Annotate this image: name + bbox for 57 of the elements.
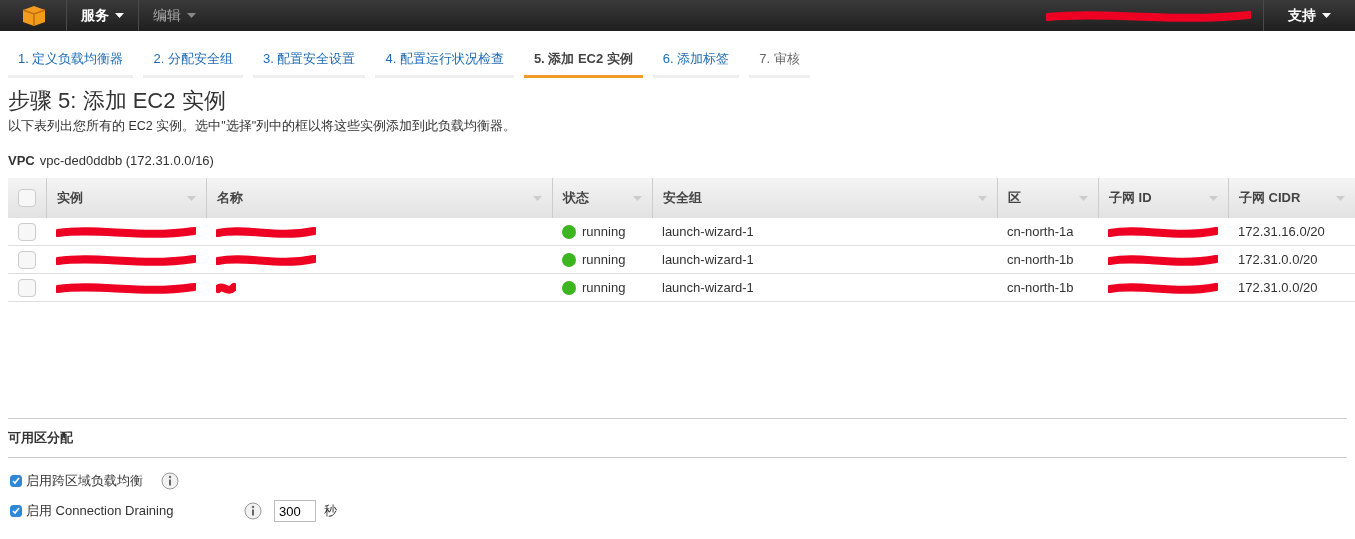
column-header[interactable]: 名称 bbox=[206, 178, 552, 218]
table-cell: 172.31.0.0/20 bbox=[1238, 252, 1318, 267]
row-checkbox[interactable] bbox=[18, 222, 36, 241]
column-header[interactable]: 区 bbox=[997, 178, 1098, 218]
caret-icon bbox=[1209, 195, 1218, 201]
wizard-tab[interactable]: 3. 配置安全设置 bbox=[252, 45, 366, 78]
table-cell: cn-north-1b bbox=[1007, 252, 1074, 267]
wizard-tab[interactable]: 6. 添加标签 bbox=[652, 45, 740, 78]
caret-icon bbox=[187, 195, 196, 201]
cube-logo[interactable] bbox=[22, 4, 46, 27]
caret-icon bbox=[187, 13, 196, 18]
checkbox[interactable] bbox=[10, 475, 22, 487]
caret-icon bbox=[633, 195, 642, 201]
menu-button[interactable]: 编辑 bbox=[138, 0, 210, 31]
section-title: 可用区分配 bbox=[8, 430, 73, 445]
table-cell: running bbox=[582, 224, 626, 239]
column-header[interactable]: 子网 CIDR bbox=[1228, 178, 1355, 218]
unit-label: 秒 bbox=[324, 502, 337, 520]
page-heading: 步骤 5: 添加 EC2 实例 bbox=[8, 87, 227, 115]
wizard-tab[interactable]: 5. 添加 EC2 实例 bbox=[523, 45, 643, 78]
info-icon[interactable] bbox=[244, 502, 262, 520]
row-checkbox[interactable] bbox=[18, 278, 36, 297]
option-label: 启用跨区域负载均衡 bbox=[26, 472, 143, 490]
table-cell: running bbox=[582, 280, 626, 295]
wizard-tab[interactable]: 1. 定义负载均衡器 bbox=[8, 45, 134, 78]
table-cell: launch-wizard-1 bbox=[662, 252, 754, 267]
info-icon[interactable] bbox=[161, 472, 179, 490]
table-cell: cn-north-1b bbox=[1007, 280, 1074, 295]
caret-icon bbox=[978, 195, 987, 201]
select-all-checkbox[interactable] bbox=[18, 189, 36, 207]
column-header[interactable]: 安全组 bbox=[652, 178, 997, 218]
row-checkbox[interactable] bbox=[18, 250, 36, 269]
vpc-label: VPC bbox=[8, 153, 35, 168]
checkbox[interactable] bbox=[10, 505, 22, 517]
menu-button[interactable]: 服务 bbox=[66, 0, 138, 31]
caret-icon bbox=[115, 13, 124, 18]
description-text: 以下表列出您所有的 EC2 实例。选中"选择"列中的框以将这些实例添加到此负载均衡器。 bbox=[8, 118, 518, 135]
caret-icon bbox=[1079, 195, 1088, 201]
caret-icon bbox=[1336, 195, 1345, 201]
caret-icon bbox=[1322, 13, 1331, 18]
option-label: 启用 Connection Draining bbox=[26, 502, 175, 520]
table-cell: cn-north-1a bbox=[1007, 224, 1074, 239]
wizard-tab[interactable]: 2. 分配安全组 bbox=[143, 45, 243, 78]
wizard-tab[interactable]: 7. 审核 bbox=[749, 45, 810, 78]
support-menu[interactable]: 支持 bbox=[1263, 0, 1355, 31]
caret-icon bbox=[533, 195, 542, 201]
column-header[interactable]: 子网 ID bbox=[1098, 178, 1228, 218]
table-cell: running bbox=[582, 252, 626, 267]
timeout-field[interactable]: 300 bbox=[274, 500, 316, 522]
wizard-tab[interactable]: 4. 配置运行状况检查 bbox=[375, 45, 514, 78]
table-cell: 172.31.16.0/20 bbox=[1238, 224, 1325, 239]
table-cell: 172.31.0.0/20 bbox=[1238, 280, 1318, 295]
table-cell: launch-wizard-1 bbox=[662, 224, 754, 239]
vpc-value: vpc-ded0ddbb (172.31.0.0/16) bbox=[39, 153, 214, 168]
column-header[interactable]: 状态 bbox=[552, 178, 652, 218]
column-header[interactable]: 实例 bbox=[46, 178, 206, 218]
table-cell: launch-wizard-1 bbox=[662, 280, 754, 295]
